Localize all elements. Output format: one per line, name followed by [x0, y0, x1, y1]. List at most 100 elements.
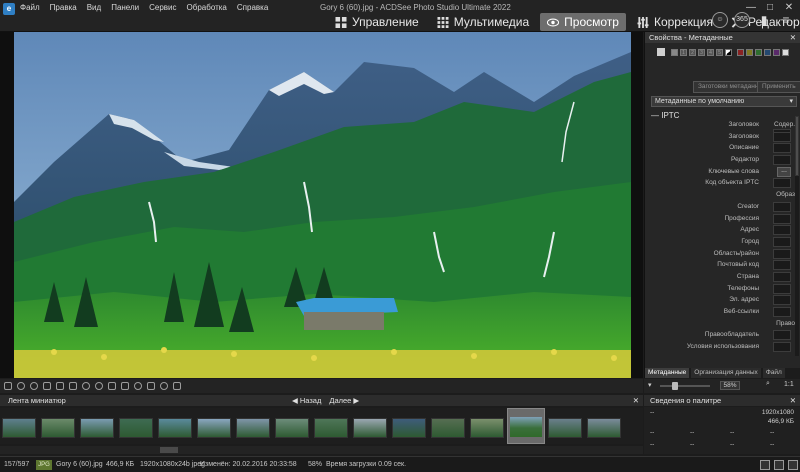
info-icon[interactable]: [108, 382, 116, 390]
filmstrip-scroll-thumb[interactable]: [160, 447, 178, 453]
play-icon[interactable]: [160, 382, 168, 390]
iptc-field-input[interactable]: [773, 283, 791, 294]
menu-service[interactable]: Сервис: [149, 3, 176, 12]
next-button[interactable]: Далее ▶: [329, 395, 359, 406]
filmstrip-thumbnail[interactable]: [158, 418, 192, 438]
export-icon[interactable]: [173, 382, 181, 390]
color-label-red[interactable]: [737, 49, 744, 56]
search-icon[interactable]: ⌕: [766, 380, 770, 388]
filmstrip-thumbnail[interactable]: [392, 418, 426, 438]
zoom-slider[interactable]: [660, 385, 710, 387]
tab-metadata[interactable]: Метаданные: [645, 368, 690, 378]
clock-icon[interactable]: [134, 382, 142, 390]
gear-icon[interactable]: [95, 382, 103, 390]
image-viewer[interactable]: [0, 32, 643, 378]
actual-size-icon[interactable]: [56, 382, 64, 390]
menu-help[interactable]: Справка: [237, 3, 268, 12]
iptc-field-input[interactable]: [773, 201, 791, 212]
filmstrip-thumbnail[interactable]: [236, 418, 270, 438]
menu-file[interactable]: Файл: [20, 3, 40, 12]
mode-develop[interactable]: Коррекция: [630, 13, 720, 31]
rotate-left-icon[interactable]: [17, 382, 25, 390]
rating-clear-icon[interactable]: [671, 49, 678, 56]
resize-grip-icon[interactable]: [788, 460, 798, 470]
filmstrip-thumbnail[interactable]: [470, 418, 504, 438]
iptc-field-input[interactable]: [773, 178, 791, 189]
color-label-blue[interactable]: [764, 49, 771, 56]
filmstrip-thumbnail[interactable]: [275, 418, 309, 438]
menu-edit[interactable]: Правка: [50, 3, 77, 12]
rating-5[interactable]: 5: [716, 49, 723, 56]
iptc-field-input[interactable]: [773, 307, 791, 317]
panel-scrollbar[interactable]: [795, 116, 799, 356]
iptc-field-input[interactable]: [773, 143, 791, 154]
slideshow-icon[interactable]: [147, 382, 155, 390]
iptc-field-input[interactable]: [773, 260, 791, 271]
tab-file[interactable]: Файл: [762, 368, 785, 378]
filmstrip-thumbnail[interactable]: [587, 418, 621, 438]
iptc-field-input[interactable]: [773, 248, 791, 259]
iptc-field-input[interactable]: [773, 342, 791, 353]
apply-button[interactable]: Применить: [757, 81, 800, 93]
filmstrip-thumbnail[interactable]: [314, 418, 348, 438]
rating-3[interactable]: 3: [698, 49, 705, 56]
menu-icon[interactable]: ≡: [778, 12, 794, 28]
rating-1[interactable]: 1: [680, 49, 687, 56]
keywords-picker-button[interactable]: ...: [777, 166, 791, 177]
iptc-field-input[interactable]: [773, 225, 791, 236]
acdsee-icon[interactable]: e: [3, 3, 15, 15]
filmstrip-thumbnail[interactable]: [353, 418, 387, 438]
rating-4[interactable]: 4: [707, 49, 714, 56]
stats-icon[interactable]: ▮: [756, 12, 772, 28]
menu-processing[interactable]: Обработка: [187, 3, 227, 12]
filmstrip-thumbnail[interactable]: [548, 418, 582, 438]
menu-panels[interactable]: Панели: [111, 3, 139, 12]
filmstrip-thumbnail-selected[interactable]: [507, 408, 545, 444]
mode-view[interactable]: Просмотр: [540, 13, 626, 31]
smiley-icon[interactable]: ☺: [712, 12, 728, 28]
full-screen-icon[interactable]: [69, 382, 77, 390]
iptc-section-header[interactable]: — IPTC: [651, 111, 679, 120]
acdsee-365-icon[interactable]: 365: [734, 12, 750, 28]
color-label-white[interactable]: [782, 49, 789, 56]
rotate-right-icon[interactable]: [30, 382, 38, 390]
metadata-preset-select[interactable]: Метаданные по умолчанию ▾: [651, 96, 797, 107]
iptc-field-input[interactable]: [773, 295, 791, 306]
iptc-field-input[interactable]: [773, 131, 791, 142]
chevron-down-icon[interactable]: ▾: [648, 381, 652, 389]
filmstrip-thumbnail[interactable]: [197, 418, 231, 438]
actual-size-label[interactable]: 1:1: [784, 381, 794, 388]
iptc-field-input[interactable]: [773, 213, 791, 224]
iptc-field-input[interactable]: [773, 330, 791, 341]
tab-organize[interactable]: Организация данных: [691, 368, 761, 378]
zoom-slider-handle[interactable]: [672, 382, 678, 390]
iptc-field-input[interactable]: [773, 155, 791, 166]
back-button[interactable]: ◀ Назад: [292, 395, 321, 406]
view-mode-icon[interactable]: [760, 460, 770, 470]
compare-icon[interactable]: [774, 460, 784, 470]
color-label-none[interactable]: [725, 49, 732, 56]
tag-checkbox[interactable]: [657, 48, 665, 56]
filmstrip-thumbnail[interactable]: [80, 418, 114, 438]
filmstrip-thumbnail[interactable]: [41, 418, 75, 438]
fit-icon[interactable]: [43, 382, 51, 390]
menu-view[interactable]: Вид: [87, 3, 101, 12]
prev-icon[interactable]: [4, 382, 12, 390]
mode-manage[interactable]: Управление: [328, 13, 426, 31]
color-label-yellow[interactable]: [746, 49, 753, 56]
filmstrip-thumbnail[interactable]: [119, 418, 153, 438]
palette-info-close-button[interactable]: ✕: [790, 395, 796, 406]
zoom-icon[interactable]: [82, 382, 90, 390]
filmstrip-close-button[interactable]: ✕: [633, 395, 639, 406]
color-label-purple[interactable]: [773, 49, 780, 56]
histogram-icon[interactable]: [121, 382, 129, 390]
filmstrip-scrollbar[interactable]: [0, 446, 643, 454]
filmstrip-thumbnail[interactable]: [431, 418, 465, 438]
panel-scroll-thumb[interactable]: [795, 116, 799, 176]
iptc-field-input[interactable]: [773, 236, 791, 247]
rating-2[interactable]: 2: [689, 49, 696, 56]
filmstrip-thumbnail[interactable]: [2, 418, 36, 438]
color-label-green[interactable]: [755, 49, 762, 56]
panel-close-button[interactable]: ✕: [790, 32, 796, 43]
mode-media[interactable]: Мультимедиа: [430, 13, 536, 31]
